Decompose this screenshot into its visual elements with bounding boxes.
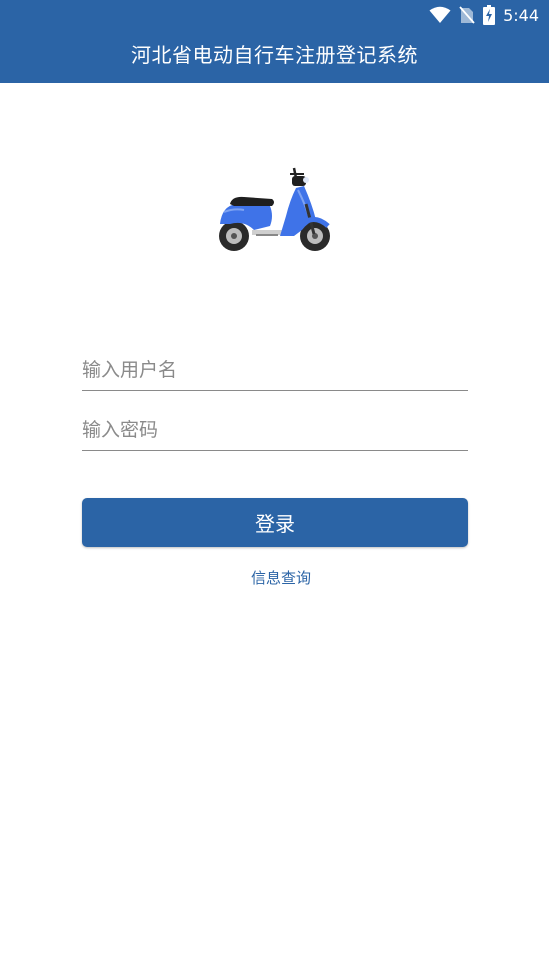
- app-header: 5:44 河北省电动自行车注册登记系统: [0, 0, 549, 83]
- status-icons: 5:44: [429, 5, 539, 25]
- status-bar: 5:44: [0, 0, 549, 30]
- no-sim-icon: [459, 6, 475, 24]
- info-query-link[interactable]: 信息查询: [0, 567, 549, 589]
- username-field[interactable]: [82, 350, 468, 391]
- username-input[interactable]: [82, 350, 468, 390]
- status-time: 5:44: [503, 5, 539, 25]
- password-field[interactable]: [82, 410, 468, 451]
- login-button[interactable]: 登录: [82, 498, 468, 547]
- wifi-icon: [429, 6, 451, 23]
- battery-charging-icon: [483, 5, 496, 25]
- scooter-icon: [219, 167, 330, 251]
- password-input[interactable]: [82, 410, 468, 450]
- page-title: 河北省电动自行车注册登记系统: [131, 43, 418, 67]
